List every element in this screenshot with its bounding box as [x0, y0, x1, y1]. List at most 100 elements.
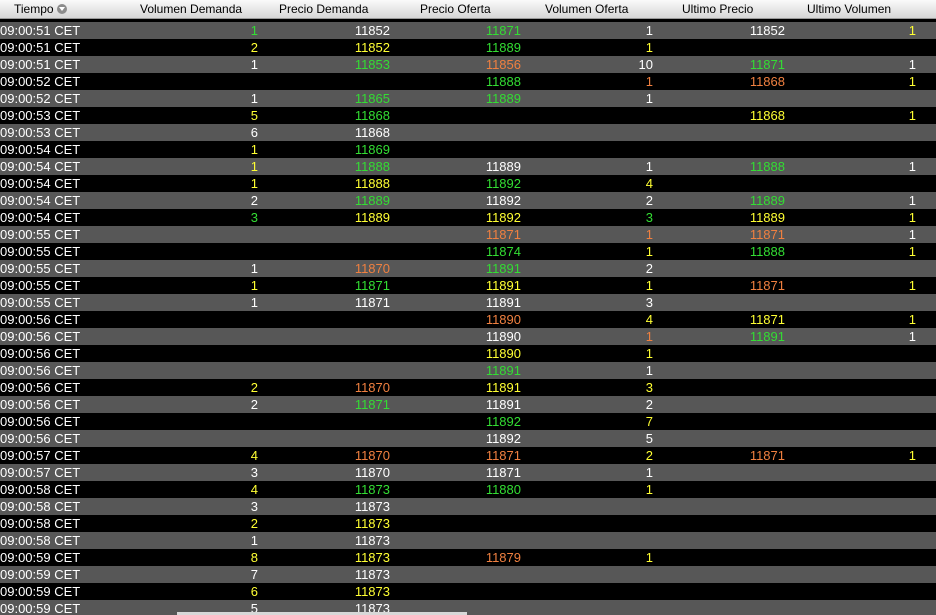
cell-tiempo: 09:00:59 CET [0, 601, 81, 615]
table-row[interactable]: 09:00:54 CET 1 11869 [0, 141, 936, 158]
cell-volumen-demanda: 1 [250, 176, 258, 191]
table-row[interactable]: 09:00:54 CET 2 11889 11892 2 11889 1 [0, 192, 936, 209]
cell-volumen-oferta: 2 [645, 397, 653, 412]
table-row[interactable]: 09:00:56 CET 11891 1 [0, 362, 936, 379]
table-row[interactable]: 09:00:55 CET 1 11870 11891 2 [0, 260, 936, 277]
cell-precio-demanda: 11873 [354, 567, 390, 582]
table-row[interactable]: 09:00:56 CET 11890 1 [0, 345, 936, 362]
cell-precio-demanda: 11873 [354, 482, 390, 497]
cell-volumen-demanda: 8 [250, 550, 258, 565]
cell-volumen-oferta: 4 [645, 176, 653, 191]
table-row[interactable]: 09:00:58 CET 4 11873 11880 1 [0, 481, 936, 498]
cell-volumen-oferta: 1 [645, 278, 653, 293]
table-row[interactable]: 09:00:59 CET 8 11873 11879 1 [0, 549, 936, 566]
column-header-tiempo[interactable]: Tiempo [14, 2, 67, 16]
table-row[interactable]: 09:00:56 CET 11892 7 [0, 413, 936, 430]
table-row[interactable]: 09:00:52 CET 11888 1 11868 1 [0, 73, 936, 90]
trades-table-body[interactable]: 09:00:51 CET1186911185209:00:51 CET11185… [0, 5, 936, 615]
table-row[interactable]: 09:00:53 CET 5 11868 11868 1 [0, 107, 936, 124]
cell-precio-oferta: 11856 [485, 57, 521, 72]
cell-precio-oferta: 11871 [485, 23, 521, 38]
table-row[interactable]: 09:00:51 CET 2 11852 11889 1 [0, 39, 936, 56]
cell-volumen-demanda: 2 [250, 40, 258, 55]
column-header-ultimo-precio[interactable]: Ultimo Precio [682, 2, 753, 16]
table-row[interactable]: 09:00:53 CET 6 11868 [0, 124, 936, 141]
cell-volumen-oferta: 1 [645, 74, 653, 89]
column-header-volumen-oferta[interactable]: Volumen Oferta [545, 2, 628, 16]
cell-precio-oferta: 11891 [485, 295, 521, 310]
column-header-ultimo-volumen[interactable]: Ultimo Volumen [807, 2, 891, 16]
table-row[interactable]: 09:00:57 CET 3 11870 11871 1 [0, 464, 936, 481]
cell-tiempo: 09:00:54 CET [0, 142, 81, 157]
cell-precio-oferta: 11891 [485, 380, 521, 395]
column-header-precio-oferta[interactable]: Precio Oferta [420, 2, 491, 16]
cell-tiempo: 09:00:52 CET [0, 91, 81, 106]
cell-ultimo-volumen: 1 [908, 312, 916, 327]
cell-tiempo: 09:00:59 CET [0, 584, 81, 599]
cell-precio-demanda: 11853 [354, 57, 390, 72]
cell-precio-oferta: 11891 [485, 261, 521, 276]
cell-volumen-demanda: 1 [250, 57, 258, 72]
table-row[interactable]: 09:00:56 CET 11892 5 [0, 430, 936, 447]
table-row[interactable]: 09:00:59 CET 5 11873 [0, 600, 936, 615]
cell-volumen-oferta: 1 [645, 244, 653, 259]
cell-volumen-oferta: 1 [645, 159, 653, 174]
table-row[interactable]: 09:00:55 CET 1 11871 11891 1 11871 1 [0, 277, 936, 294]
cell-precio-oferta: 11890 [485, 312, 521, 327]
cell-precio-oferta: 11890 [485, 346, 521, 361]
cell-precio-demanda: 11870 [354, 448, 390, 463]
cell-tiempo: 09:00:56 CET [0, 380, 81, 395]
cell-tiempo: 09:00:56 CET [0, 346, 81, 361]
cell-tiempo: 09:00:56 CET [0, 329, 81, 344]
cell-tiempo: 09:00:55 CET [0, 227, 81, 242]
column-header-volumen-demanda[interactable]: Volumen Demanda [140, 2, 242, 16]
table-row[interactable]: 09:00:54 CET 1 11888 11889 1 11888 1 [0, 158, 936, 175]
cell-tiempo: 09:00:56 CET [0, 414, 81, 429]
table-row[interactable]: 09:00:57 CET 4 11870 11871 2 11871 1 [0, 447, 936, 464]
table-row[interactable]: 09:00:54 CET 3 11889 11892 3 11889 1 [0, 209, 936, 226]
table-row[interactable]: 09:00:59 CET 6 11873 [0, 583, 936, 600]
table-row[interactable]: 09:00:51 CET 1 11852 11871 1 11852 1 [0, 22, 936, 39]
cell-ultimo-volumen: 1 [908, 448, 916, 463]
cell-precio-oferta: 11871 [485, 465, 521, 480]
cell-volumen-oferta: 7 [645, 414, 653, 429]
cell-volumen-oferta: 1 [645, 23, 653, 38]
cell-precio-oferta: 11892 [485, 210, 521, 225]
cell-volumen-oferta: 1 [645, 482, 653, 497]
cell-volumen-demanda: 6 [250, 584, 258, 599]
table-row[interactable]: 09:00:58 CET 3 11873 [0, 498, 936, 515]
table-row[interactable]: 09:00:52 CET 1 11865 11889 1 [0, 90, 936, 107]
sort-icon[interactable] [56, 4, 67, 14]
table-row[interactable]: 09:00:56 CET 2 11870 11891 3 [0, 379, 936, 396]
table-row[interactable]: 09:00:56 CET 11890 4 11871 1 [0, 311, 936, 328]
cell-tiempo: 09:00:55 CET [0, 261, 81, 276]
table-row[interactable]: 09:00:51 CET 1 11853 11856 10 11871 1 [0, 56, 936, 73]
cell-precio-oferta: 11891 [485, 397, 521, 412]
cell-precio-oferta: 11874 [485, 244, 521, 259]
table-row[interactable]: 09:00:55 CET 1 11871 11891 3 [0, 294, 936, 311]
table-row[interactable]: 09:00:56 CET 11890 1 11891 1 [0, 328, 936, 345]
cell-ultimo-precio: 11889 [749, 193, 785, 208]
cell-volumen-oferta: 2 [645, 193, 653, 208]
cell-volumen-demanda: 1 [250, 142, 258, 157]
cell-tiempo: 09:00:54 CET [0, 193, 81, 208]
cell-ultimo-precio: 11852 [749, 23, 785, 38]
table-row[interactable]: 09:00:54 CET 1 11888 11892 4 [0, 175, 936, 192]
table-row[interactable]: 09:00:59 CET 7 11873 [0, 566, 936, 583]
cell-tiempo: 09:00:51 CET [0, 23, 81, 38]
cell-precio-oferta: 11889 [485, 91, 521, 106]
cell-tiempo: 09:00:57 CET [0, 465, 81, 480]
cell-precio-oferta: 11892 [485, 193, 521, 208]
cell-volumen-oferta: 1 [645, 40, 653, 55]
column-header-precio-demanda[interactable]: Precio Demanda [279, 2, 368, 16]
cell-volumen-demanda: 1 [250, 261, 258, 276]
table-row[interactable]: 09:00:55 CET 11874 1 11888 1 [0, 243, 936, 260]
cell-volumen-demanda: 7 [250, 567, 258, 582]
table-row[interactable]: 09:00:55 CET 11871 1 11871 1 [0, 226, 936, 243]
table-row[interactable]: 09:00:58 CET 1 11873 [0, 532, 936, 549]
table-row[interactable]: 09:00:58 CET 2 11873 [0, 515, 936, 532]
cell-precio-oferta: 11890 [485, 329, 521, 344]
cell-precio-demanda: 11873 [354, 516, 390, 531]
table-row[interactable]: 09:00:56 CET 2 11871 11891 2 [0, 396, 936, 413]
cell-ultimo-precio: 11871 [749, 227, 785, 242]
